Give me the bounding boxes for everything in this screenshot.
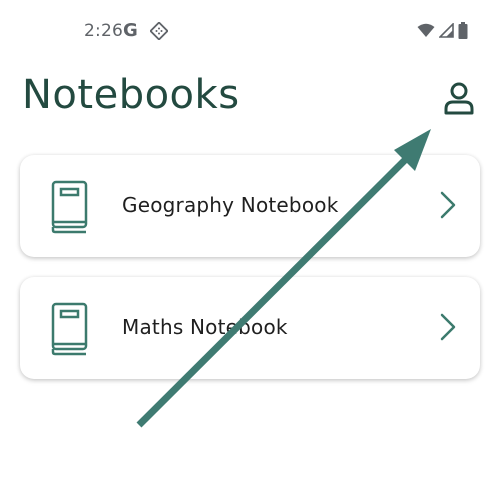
battery-icon [458, 22, 468, 39]
book-icon [51, 302, 88, 356]
notebook-card-geography[interactable]: Geography Notebook [20, 155, 480, 257]
app-diamond-icon [150, 22, 168, 40]
status-bar: 2:26 G [0, 0, 500, 64]
notebook-card-maths[interactable]: Maths Notebook [20, 277, 480, 379]
google-icon: G [123, 20, 138, 41]
person-icon [444, 82, 474, 115]
book-icon [51, 180, 88, 234]
notebook-label: Maths Notebook [122, 315, 288, 339]
screen: 2:26 G Notebooks Geography Notebook Math… [0, 0, 500, 500]
status-time: 2:26 [84, 21, 123, 41]
chevron-right-icon [440, 191, 456, 219]
wifi-icon [417, 23, 435, 37]
signal-icon [439, 23, 454, 38]
status-icons [417, 22, 468, 39]
profile-button[interactable] [440, 80, 478, 118]
page-title: Notebooks [22, 72, 240, 118]
notebook-label: Geography Notebook [122, 193, 339, 217]
chevron-right-icon [440, 313, 456, 341]
